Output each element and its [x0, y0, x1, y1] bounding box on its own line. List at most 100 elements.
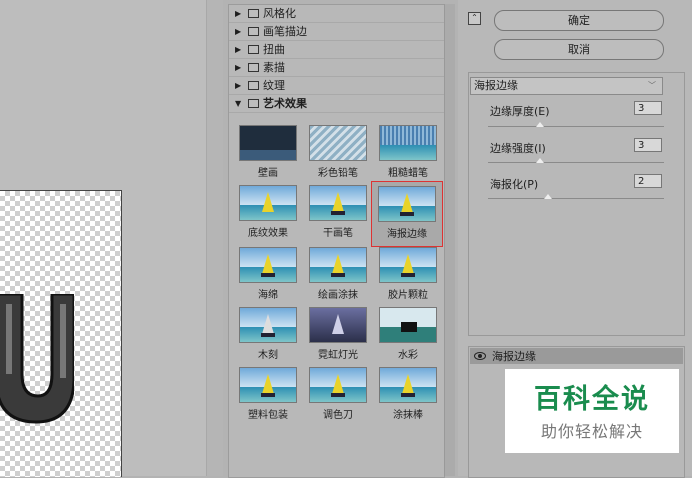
thumb-underpainting[interactable]: 底纹效果	[233, 185, 303, 245]
expand-arrow-icon[interactable]: ▶	[235, 59, 244, 76]
thumbnail-label: 胶片颗粒	[388, 290, 428, 301]
thumbnail-label: 塑料包装	[248, 410, 288, 421]
thumbnail-image	[309, 185, 367, 221]
edge-thickness-input[interactable]: 3	[634, 101, 662, 115]
gallery-scrollbar[interactable]	[444, 4, 455, 476]
category-sketch[interactable]: ▶ 素描	[229, 59, 444, 77]
watermark-title: 百科全说	[534, 384, 650, 415]
thumbnail-image	[378, 186, 436, 222]
thumbnail-image	[239, 247, 297, 283]
image-preview[interactable]	[0, 190, 122, 477]
folder-icon	[248, 81, 259, 90]
category-label: 纹理	[263, 79, 285, 92]
category-texture[interactable]: ▶ 纹理	[229, 77, 444, 95]
folder-icon	[248, 9, 259, 18]
expand-arrow-icon[interactable]: ▶	[235, 5, 244, 22]
filter-select-value: 海报边缘	[474, 79, 518, 92]
effect-layers-panel: 海报边缘 百科全说 助你轻松解决	[468, 346, 685, 478]
watermark: 百科全说 助你轻松解决	[505, 369, 679, 453]
category-distort[interactable]: ▶ 扭曲	[229, 41, 444, 59]
folder-icon	[248, 63, 259, 72]
chevron-down-icon: ﹀	[648, 81, 656, 90]
thumbnail-label: 粗糙蜡笔	[388, 168, 428, 179]
filter-thumbnails: 壁画 彩色铅笔 粗糙蜡笔 底纹效果 干画笔 海报边缘 海绵 绘画涂抹 胶片颗粒 …	[229, 113, 444, 463]
thumbnail-label: 海报边缘	[387, 229, 427, 240]
thumbnail-image	[309, 247, 367, 283]
thumbnail-image	[239, 125, 297, 161]
category-label: 艺术效果	[263, 97, 307, 110]
effect-layer-label: 海报边缘	[492, 350, 536, 363]
thumbnail-label: 彩色铅笔	[318, 168, 358, 179]
thumb-paint-daubs[interactable]: 绘画涂抹	[303, 247, 373, 307]
folder-open-icon	[248, 99, 259, 108]
thumb-neon-glow[interactable]: 霓虹灯光	[303, 307, 373, 367]
effect-layer-row[interactable]: 海报边缘	[470, 348, 683, 364]
thumb-palette-knife[interactable]: 调色刀	[303, 367, 373, 427]
thumbnail-image	[379, 125, 437, 161]
thumbnail-label: 壁画	[258, 168, 278, 179]
filter-gallery: ▶ 风格化 ▶ 画笔描边 ▶ 扭曲 ▶ 素描 ▶ 纹理 ▼ 艺术效果 壁画 彩色…	[228, 4, 445, 478]
cancel-button[interactable]: 取消	[494, 39, 664, 60]
watermark-subtitle: 助你轻松解决	[540, 422, 643, 441]
filter-settings-panel: ⌃ 确定 取消 海报边缘 ﹀ 边缘厚度(E) 3 边缘强度(I) 3 海报化(P…	[458, 0, 692, 478]
thumb-sponge[interactable]: 海绵	[233, 247, 303, 307]
thumbnail-image	[239, 185, 297, 221]
thumb-plastic-wrap[interactable]: 塑料包装	[233, 367, 303, 427]
thumbnail-image	[239, 307, 297, 343]
slider-knob[interactable]	[544, 194, 552, 199]
posterization-slider[interactable]	[488, 194, 664, 199]
category-label: 扭曲	[263, 43, 285, 56]
edge-thickness-label: 边缘厚度(E)	[490, 105, 550, 118]
thumbnail-image	[379, 367, 437, 403]
thumb-dry-brush[interactable]: 干画笔	[303, 185, 373, 245]
ok-button[interactable]: 确定	[494, 10, 664, 31]
thumb-cutout[interactable]: 木刻	[233, 307, 303, 367]
canvas-scrollbar[interactable]	[206, 0, 223, 476]
thumb-film-grain[interactable]: 胶片颗粒	[373, 247, 443, 307]
expand-arrow-icon[interactable]: ▶	[235, 23, 244, 40]
category-label: 素描	[263, 61, 285, 74]
expand-arrow-icon[interactable]: ▶	[235, 77, 244, 94]
edge-intensity-input[interactable]: 3	[634, 138, 662, 152]
thumbnail-image	[379, 307, 437, 343]
slider-knob[interactable]	[536, 158, 544, 163]
thumb-rough-pastels[interactable]: 粗糙蜡笔	[373, 125, 443, 185]
thumbnail-label: 木刻	[258, 350, 278, 361]
category-artistic[interactable]: ▼ 艺术效果	[229, 95, 444, 113]
eye-icon[interactable]	[474, 352, 486, 360]
folder-icon	[248, 27, 259, 36]
thumbnail-label: 调色刀	[323, 410, 353, 421]
thumbnail-label: 霓虹灯光	[318, 350, 358, 361]
thumbnail-image	[239, 367, 297, 403]
thumbnail-image	[309, 367, 367, 403]
thumbnail-label: 海绵	[258, 290, 278, 301]
thumb-watercolor[interactable]: 水彩	[373, 307, 443, 367]
letter-u-artwork	[0, 294, 74, 424]
thumbnail-image	[379, 247, 437, 283]
category-stylize[interactable]: ▶ 风格化	[229, 5, 444, 23]
thumbnail-label: 水彩	[398, 350, 418, 361]
thumb-smudge-stick[interactable]: 涂抹棒	[373, 367, 443, 427]
thumb-poster-edges[interactable]: 海报边缘	[371, 181, 443, 247]
thumbnail-label: 底纹效果	[248, 228, 288, 239]
collapse-arrow-icon[interactable]: ▼	[235, 95, 244, 112]
expand-arrow-icon[interactable]: ▶	[235, 41, 244, 58]
thumbnail-label: 涂抹棒	[393, 410, 423, 421]
category-brush-strokes[interactable]: ▶ 画笔描边	[229, 23, 444, 41]
filter-select[interactable]: 海报边缘 ﹀	[470, 77, 663, 95]
collapse-gallery-icon[interactable]: ⌃	[468, 12, 481, 25]
posterization-input[interactable]: 2	[634, 174, 662, 188]
thumb-fresco[interactable]: 壁画	[233, 125, 303, 185]
folder-icon	[248, 45, 259, 54]
thumbnail-image	[309, 307, 367, 343]
category-label: 画笔描边	[263, 25, 307, 38]
category-label: 风格化	[263, 7, 296, 20]
edge-thickness-slider[interactable]	[488, 122, 664, 127]
thumb-colored-pencil[interactable]: 彩色铅笔	[303, 125, 373, 185]
slider-knob[interactable]	[536, 122, 544, 127]
posterization-label: 海报化(P)	[490, 178, 539, 191]
edge-intensity-slider[interactable]	[488, 158, 664, 163]
preview-canvas[interactable]	[0, 0, 223, 477]
edge-intensity-label: 边缘强度(I)	[490, 142, 546, 155]
thumbnail-label: 绘画涂抹	[318, 290, 358, 301]
